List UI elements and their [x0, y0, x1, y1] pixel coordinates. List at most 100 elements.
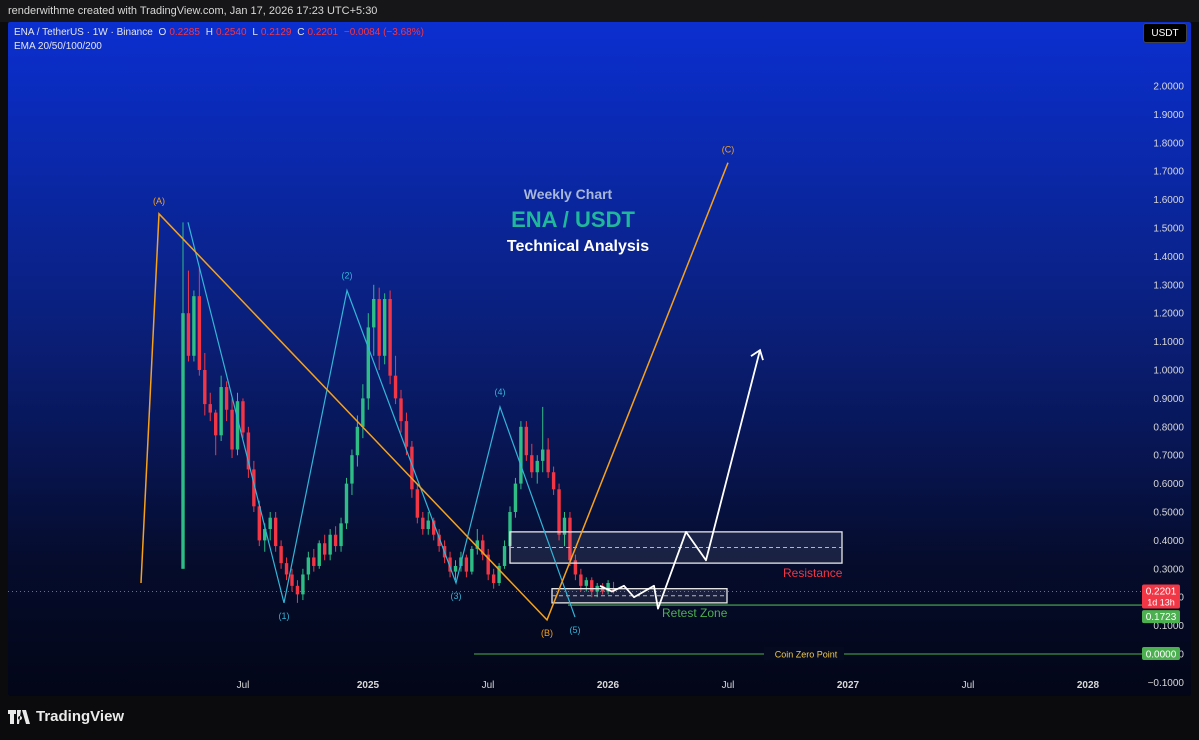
- candle-body: [197, 296, 202, 370]
- chart-area[interactable]: 2.0000 1.9000 1.8000 1.7000 1.6000 1.5000 1.40…: [8, 22, 1191, 696]
- candle-body: [192, 296, 196, 356]
- candle-body: [393, 375, 398, 399]
- candle-body: [382, 299, 387, 356]
- y-tick-label: 0.9000: [1153, 394, 1184, 405]
- footer: [0, 696, 1199, 740]
- support-price-value: 0.1723: [1146, 612, 1177, 623]
- candle-body: [279, 546, 283, 564]
- impulse-wave-label: (2): [342, 270, 353, 280]
- candle-body: [333, 534, 338, 547]
- x-tick-label: Jul: [962, 680, 975, 691]
- author-bar: renderwithme created with TradingView.co…: [0, 0, 1199, 22]
- tradingview-logo[interactable]: TradingView: [8, 708, 124, 725]
- zero-price-value: 0.0000: [1146, 650, 1177, 661]
- candle-body: [355, 426, 360, 456]
- candle-body: [312, 557, 316, 566]
- candle-body: [546, 449, 550, 473]
- projection-path: [599, 349, 761, 610]
- candle-body: [415, 489, 420, 518]
- candle-body: [323, 543, 327, 555]
- candle-body: [541, 449, 545, 461]
- x-tick-label: Jul: [482, 680, 495, 691]
- y-tick-label: 1.4000: [1153, 252, 1184, 263]
- candle-body: [284, 563, 289, 575]
- y-tick-label: 1.2000: [1153, 309, 1184, 320]
- candle-body: [241, 401, 245, 433]
- indicator-label: EMA 20/50/100/200: [14, 41, 102, 52]
- y-tick-label: 1.9000: [1153, 110, 1184, 121]
- close-value: 0.2201: [307, 27, 339, 38]
- y-tick-label: −0.1000: [1148, 678, 1185, 689]
- impulse-wave-label: (3): [451, 591, 462, 601]
- y-tick-label: 0.8000: [1153, 422, 1184, 433]
- candle-body: [328, 534, 332, 555]
- abc-wave-label: (C): [722, 145, 735, 155]
- candle-body: [426, 520, 430, 530]
- candle-body: [584, 580, 588, 586]
- candle-body: [464, 557, 469, 572]
- candle-body: [186, 313, 191, 356]
- low-label: L: [252, 27, 258, 38]
- low-value: 0.2129: [260, 27, 292, 38]
- candle-body: [268, 517, 272, 530]
- candle-body: [524, 426, 529, 456]
- candle-body: [513, 483, 518, 512]
- candle-body: [421, 517, 425, 530]
- y-tick-label: 1.6000: [1153, 195, 1184, 206]
- y-tick-label: 0.3000: [1153, 564, 1184, 575]
- x-tick-label: Jul: [237, 680, 250, 691]
- y-tick-label: 0.7000: [1153, 451, 1184, 462]
- candle-body: [224, 387, 229, 410]
- symbol-title: ENA / TetherUS · 1W · Binance: [14, 27, 153, 38]
- impulse-wave-label: (5): [570, 625, 581, 635]
- abc-wave-label: (A): [153, 196, 165, 206]
- candle-body: [372, 299, 376, 328]
- candle-body: [290, 574, 294, 586]
- candle-body: [502, 546, 507, 566]
- impulse-wave-label: (4): [495, 387, 506, 397]
- chart-canvas[interactable]: 2.0000 1.9000 1.8000 1.7000 1.6000 1.5000 1.40…: [8, 22, 1191, 696]
- candle-body: [273, 517, 278, 547]
- candle-body: [399, 398, 403, 422]
- x-tick-label: 2027: [837, 680, 860, 691]
- candle-body: [361, 398, 365, 427]
- impulse-wave-label: (1): [279, 611, 290, 621]
- close-label: C: [297, 27, 305, 38]
- high-value: 0.2540: [215, 27, 247, 38]
- tradingview-screenshot: renderwithme created with TradingView.co…: [0, 0, 1199, 740]
- candle-body: [350, 455, 354, 484]
- y-tick-label: 1.7000: [1153, 167, 1184, 178]
- y-tick-label: 1.8000: [1153, 138, 1184, 149]
- currency-badge[interactable]: USDT: [1143, 23, 1187, 43]
- y-tick-label: 0.5000: [1153, 508, 1184, 519]
- y-tick-label: 1.3000: [1153, 280, 1184, 291]
- coin-zero-label: Coin Zero Point: [775, 650, 838, 660]
- open-value: 0.2285: [169, 27, 200, 38]
- symbol-legend[interactable]: ENA / TetherUS · 1W · Binance O 0.2285 H0…: [14, 27, 427, 38]
- annotation-pair: ENA / USDT: [511, 207, 635, 232]
- y-tick-label: 2.0000: [1153, 82, 1184, 93]
- indicator-legend[interactable]: EMA 20/50/100/200: [14, 41, 105, 52]
- x-tick-label: 2026: [597, 680, 620, 691]
- candle-body: [366, 327, 370, 399]
- candle-body: [214, 412, 218, 436]
- x-tick-label: 2025: [357, 680, 380, 691]
- candle-body: [203, 370, 207, 405]
- candle-body: [530, 455, 534, 473]
- y-tick-label: 0.6000: [1153, 479, 1184, 490]
- y-tick-label: 0.4000: [1153, 536, 1184, 547]
- candle-body: [295, 585, 300, 595]
- candle-body: [579, 574, 583, 586]
- candle-body: [404, 421, 409, 447]
- x-tick-label: Jul: [722, 680, 735, 691]
- annotation-technical-analysis: Technical Analysis: [507, 238, 649, 255]
- open-label: O: [158, 27, 167, 38]
- candle-body: [339, 523, 343, 547]
- candle-body: [344, 483, 349, 524]
- annotation-weekly-chart: Weekly Chart: [524, 186, 613, 202]
- candle-body: [230, 409, 234, 450]
- candle-body: [535, 460, 539, 473]
- y-tick-label: 1.1000: [1153, 337, 1184, 348]
- candle-body: [388, 299, 392, 376]
- candle-body: [306, 557, 311, 575]
